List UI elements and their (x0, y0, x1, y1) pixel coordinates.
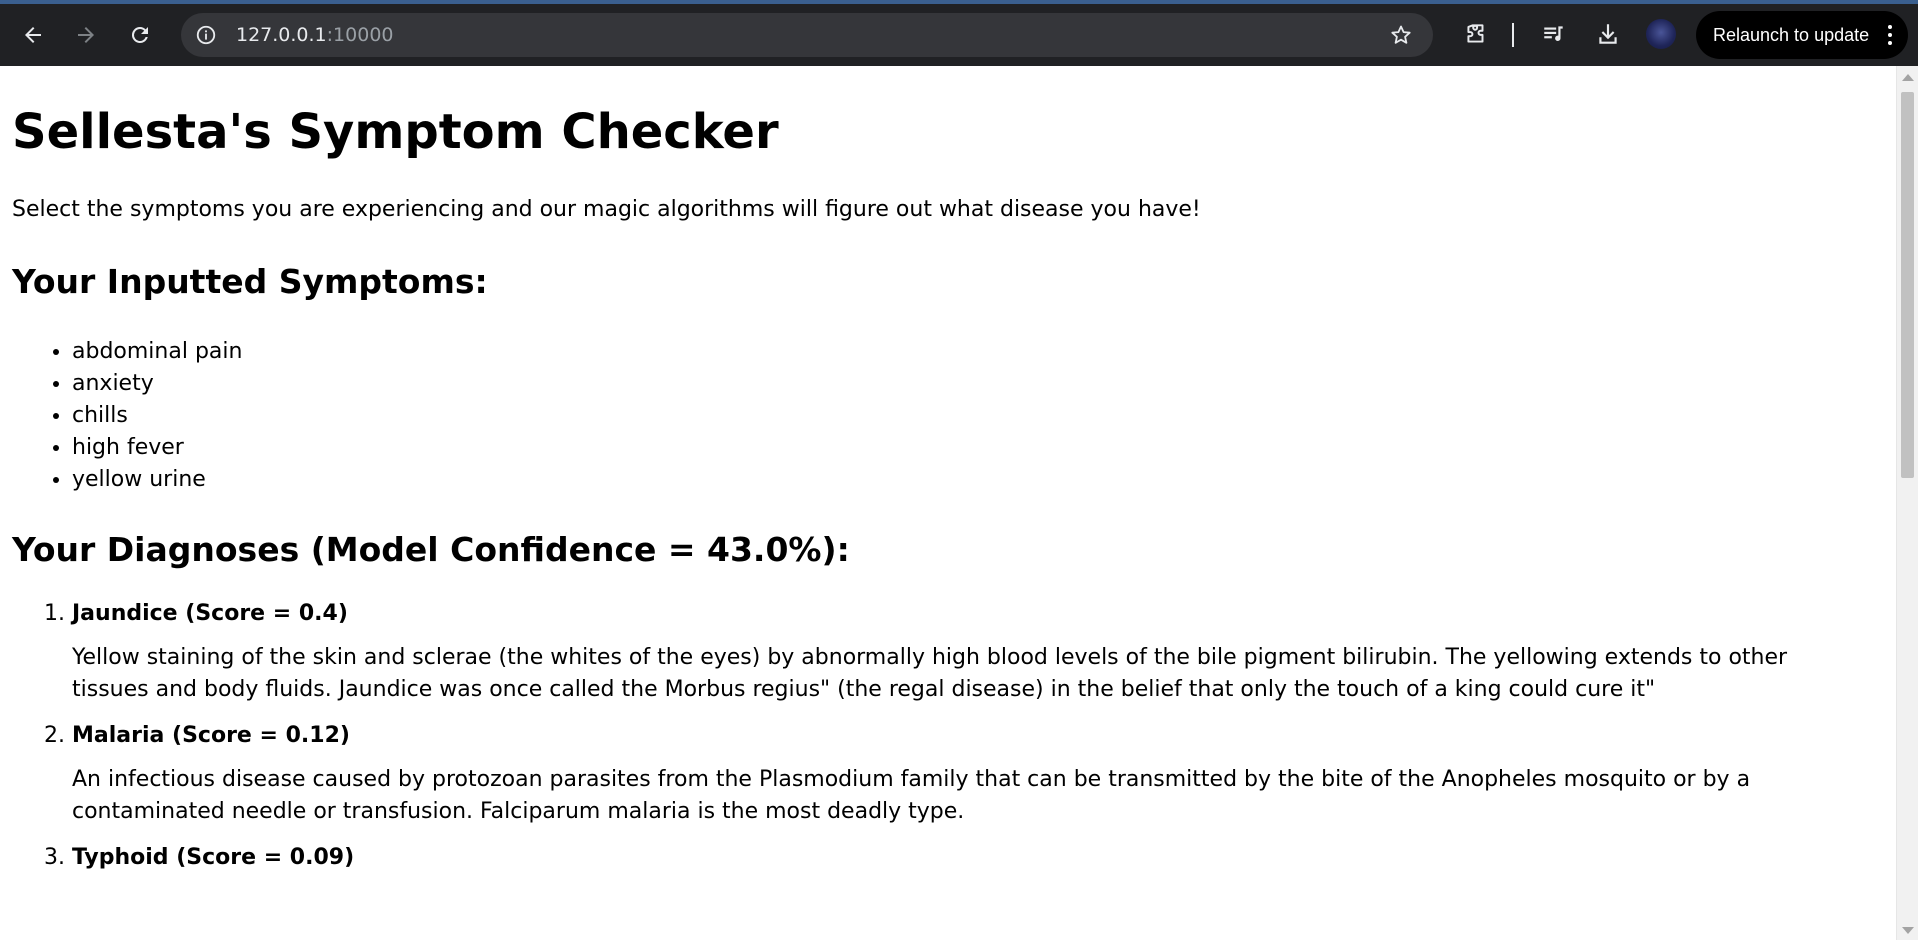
address-bar[interactable]: 127.0.0.1:10000 (181, 13, 1433, 57)
back-button[interactable] (14, 16, 52, 54)
menu-kebab-icon[interactable] (1886, 23, 1894, 47)
diagnosis-title: Typhoid (Score = 0.09) (72, 845, 355, 870)
extensions-button[interactable] (1461, 19, 1491, 49)
media-controls-button[interactable] (1539, 19, 1569, 49)
browser-toolbar: 127.0.0.1:10000 Relaunch to update (0, 0, 1918, 66)
diagnoses-heading: Your Diagnoses (Model Confidence = 43.0%… (12, 530, 850, 569)
relaunch-label: Relaunch to update (1713, 25, 1870, 45)
vertical-scrollbar[interactable] (1896, 66, 1918, 940)
symptoms-heading: Your Inputted Symptoms: (12, 262, 488, 301)
reload-button[interactable] (121, 16, 159, 54)
symptom-item: abdominal pain (72, 336, 242, 368)
profile-avatar[interactable] (1646, 19, 1676, 49)
url-port: :10000 (326, 24, 394, 46)
url-host: 127.0.0.1 (236, 24, 327, 46)
bookmark-star-icon[interactable] (1389, 23, 1413, 47)
page-title: Sellesta's Symptom Checker (12, 104, 779, 160)
media-icon (1544, 26, 1563, 42)
symptom-item: high fever (72, 432, 242, 464)
scrollbar-thumb[interactable] (1901, 92, 1914, 478)
symptom-item: yellow urine (72, 464, 242, 496)
diagnosis-description: An infectious disease caused by protozoa… (72, 767, 1751, 824)
forward-button[interactable] (67, 16, 105, 54)
back-icon (25, 27, 41, 43)
relaunch-to-update-button[interactable]: Relaunch to update (1696, 11, 1908, 59)
symptom-item: anxiety (72, 368, 242, 400)
site-info-icon[interactable] (195, 24, 217, 46)
diagnosis-item: Jaundice (Score = 0.4) Yellow staining o… (72, 598, 1862, 706)
forward-icon (78, 27, 94, 43)
diagnosis-title: Malaria (Score = 0.12) (72, 723, 350, 748)
reload-icon (131, 26, 148, 43)
downloads-button[interactable] (1593, 19, 1623, 49)
diagnosis-description: Yellow staining of the skin and sclerae … (72, 645, 1788, 702)
diagnosis-item: Malaria (Score = 0.12) An infectious dis… (72, 720, 1862, 828)
page-viewport: Sellesta's Symptom Checker Select the sy… (0, 66, 1896, 940)
extensions-icon (1467, 24, 1484, 43)
symptoms-list: abdominal pain anxiety chills high fever… (12, 336, 242, 496)
diagnosis-item: Typhoid (Score = 0.09) (72, 842, 1862, 874)
scroll-up-arrow-icon[interactable] (1902, 74, 1914, 81)
scroll-down-arrow-icon[interactable] (1902, 927, 1914, 934)
toolbar-divider (1512, 23, 1514, 47)
diagnosis-title: Jaundice (Score = 0.4) (72, 601, 348, 626)
download-icon (1599, 24, 1617, 44)
url-text[interactable]: 127.0.0.1:10000 (236, 24, 394, 46)
symptom-item: chills (72, 400, 242, 432)
diagnoses-list: Jaundice (Score = 0.4) Yellow staining o… (12, 598, 1862, 886)
intro-text: Select the symptoms you are experiencing… (12, 197, 1201, 222)
